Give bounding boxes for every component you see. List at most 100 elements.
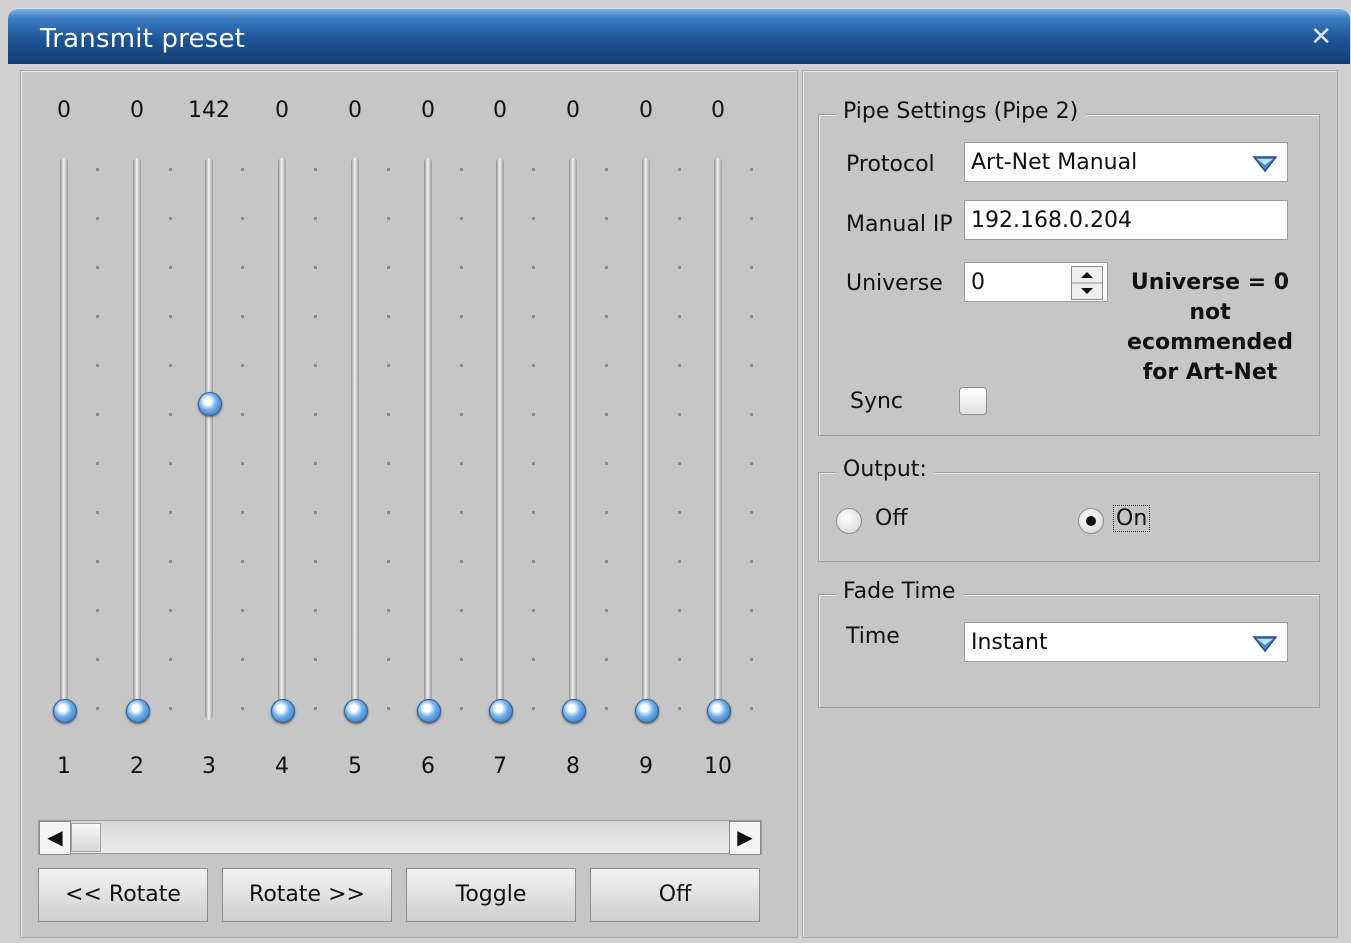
fader-track[interactable] (278, 158, 286, 720)
close-icon[interactable]: ✕ (1310, 22, 1332, 52)
manual-ip-field[interactable]: 192.168.0.204 (964, 200, 1288, 240)
tick-dot (750, 511, 753, 514)
tick-dot (387, 364, 390, 367)
fader-knob[interactable] (198, 392, 222, 416)
fader-knob[interactable] (635, 699, 659, 723)
manual-ip-value: 192.168.0.204 (971, 208, 1132, 233)
horizontal-scrollbar[interactable]: ◀ ▶ (38, 820, 762, 855)
tick-dot (96, 511, 99, 514)
rotate-right-button[interactable]: Rotate >> (222, 868, 392, 922)
fade-time-dropdown[interactable]: Instant (964, 622, 1288, 662)
title-bar[interactable]: Transmit preset ✕ (8, 8, 1350, 64)
fader-track[interactable] (496, 158, 504, 720)
universe-spinbox[interactable]: 0 (964, 262, 1108, 302)
fader-knob[interactable] (271, 699, 295, 723)
tick-dot (605, 168, 608, 171)
fader-track[interactable] (569, 158, 577, 720)
channel-value: 0 (711, 98, 725, 123)
output-off-label[interactable]: Off (875, 506, 907, 531)
tick-dot (96, 658, 99, 661)
scroll-left-button[interactable]: ◀ (39, 821, 71, 855)
tick-dot (169, 560, 172, 563)
dropdown-arrow-icon (1252, 156, 1278, 173)
channel-number: 7 (493, 754, 507, 779)
scroll-thumb[interactable] (71, 823, 101, 852)
tick-dot (605, 560, 608, 563)
fader-track[interactable] (642, 158, 650, 720)
off-button[interactable]: Off (590, 868, 760, 922)
dropdown-arrow-icon (1252, 636, 1278, 653)
rotate-left-button[interactable]: << Rotate (38, 868, 208, 922)
fader-knob[interactable] (126, 699, 150, 723)
channel-number: 10 (704, 754, 732, 779)
warning-line: Universe = 0 (1130, 270, 1290, 295)
fader-track[interactable] (714, 158, 722, 720)
fader-track[interactable] (60, 158, 68, 720)
tick-dot (750, 462, 753, 465)
fader-knob[interactable] (417, 699, 441, 723)
window-title: Transmit preset (40, 24, 246, 54)
tick-dot (460, 462, 463, 465)
tick-dot (460, 217, 463, 220)
fader-track[interactable] (205, 158, 213, 720)
tick-dot (387, 658, 390, 661)
tick-dot (460, 364, 463, 367)
tick-dot (460, 560, 463, 563)
output-on-radio[interactable] (1078, 508, 1104, 534)
tick-dot (314, 658, 317, 661)
scroll-right-button[interactable]: ▶ (729, 821, 761, 855)
tick-dot (169, 462, 172, 465)
sync-checkbox[interactable] (959, 387, 987, 415)
fader-knob[interactable] (707, 699, 731, 723)
tick-dot (460, 707, 463, 710)
spin-buttons[interactable] (1071, 266, 1103, 300)
channel-value: 0 (493, 98, 507, 123)
tick-dot (532, 511, 535, 514)
tick-dot (314, 364, 317, 367)
output-on-label[interactable]: On (1113, 505, 1151, 532)
tick-dot (678, 168, 681, 171)
tick-dot (241, 658, 244, 661)
tick-dot (678, 560, 681, 563)
tick-dot (241, 266, 244, 269)
tick-dot (169, 168, 172, 171)
channel-value: 0 (639, 98, 653, 123)
tick-dot (96, 462, 99, 465)
tick-dot (387, 168, 390, 171)
fader-track[interactable] (351, 158, 359, 720)
tick-dot (532, 315, 535, 318)
sync-label: Sync (850, 389, 904, 414)
tick-dot (678, 511, 681, 514)
tick-dot (169, 511, 172, 514)
warning-line: ecommended (1127, 330, 1293, 355)
channel-value: 0 (348, 98, 362, 123)
tick-dot (750, 266, 753, 269)
tick-dot (532, 462, 535, 465)
tick-dot (750, 609, 753, 612)
output-off-radio[interactable] (836, 508, 862, 534)
manual-ip-label: Manual IP (846, 212, 953, 237)
tick-dot (605, 511, 608, 514)
toggle-button[interactable]: Toggle (406, 868, 576, 922)
channel-number: 2 (130, 754, 144, 779)
fader-knob[interactable] (344, 699, 368, 723)
tick-dot (605, 707, 608, 710)
tick-dot (532, 560, 535, 563)
fader-knob[interactable] (53, 699, 77, 723)
fader-track[interactable] (133, 158, 141, 720)
tick-dot (678, 609, 681, 612)
channel-number: 1 (57, 754, 71, 779)
tick-dot (96, 266, 99, 269)
tick-dot (387, 609, 390, 612)
fader-knob[interactable] (489, 699, 513, 723)
fader-knob[interactable] (562, 699, 586, 723)
output-legend: Output: (835, 457, 935, 482)
tick-dot (605, 266, 608, 269)
channel-value: 0 (57, 98, 71, 123)
tick-dot (678, 413, 681, 416)
protocol-dropdown[interactable]: Art-Net Manual (964, 142, 1288, 182)
fader-track[interactable] (424, 158, 432, 720)
tick-dot (169, 707, 172, 710)
tick-dot (314, 511, 317, 514)
tick-dot (241, 462, 244, 465)
